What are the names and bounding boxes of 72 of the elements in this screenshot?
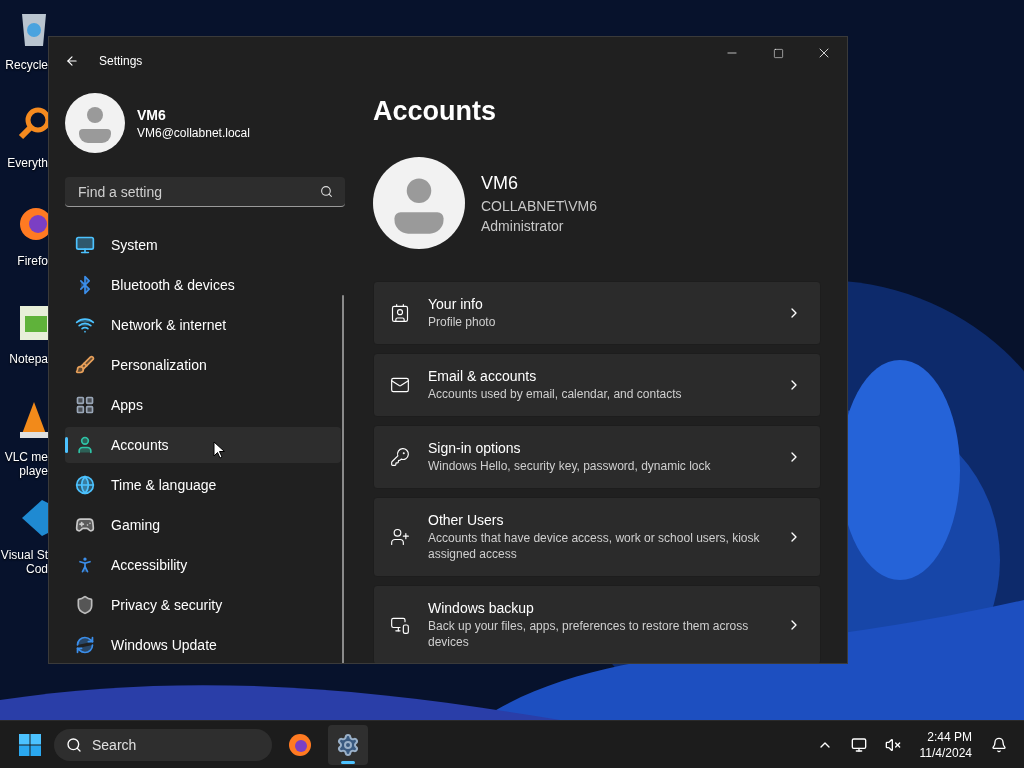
nav-item[interactable]: System [65,227,341,263]
search-icon [320,185,333,198]
nav-item[interactable]: Apps [65,387,341,423]
key-icon [390,447,410,467]
avatar [65,93,125,153]
nav-item[interactable]: Accessibility [65,547,341,583]
account-domain: COLLABNET\VM6 [481,197,597,214]
nav-item[interactable]: Time & language [65,467,341,503]
taskbar-app[interactable] [328,724,368,765]
nav-item[interactable]: Windows Update [65,627,341,663]
monitor-icon [75,235,95,255]
settings-card[interactable]: Other Users Accounts that have device access, work or school users, kiosk assigned access [373,497,821,577]
update-icon [75,635,95,655]
taskbar-search-field[interactable]: Search [90,735,240,754]
nav-item[interactable]: Network & internet [65,307,341,343]
card-title: Windows backup [428,600,535,616]
nav-item[interactable]: Personalization [65,347,341,383]
card-title: Your info [428,296,484,312]
settings-card[interactable]: Sign-in options Windows Hello, security key, password, dynamic lock [373,425,821,489]
gamepad-icon [75,515,95,535]
search-icon [66,736,82,753]
desktop-icon-label: Everyth [7,156,48,170]
card-subtitle: Accounts that have device access, work or school users, kiosk assigned access [428,530,761,562]
maximize-icon [772,47,784,59]
window-title: Settings [99,54,144,68]
globe-icon [75,475,95,495]
nav-item[interactable]: Gaming [65,507,341,543]
desktop-icon-label: Recycle [5,58,48,72]
nav-item[interactable]: Bluetooth & devices [65,267,341,303]
settings-card[interactable]: Windows backup Back up your files, apps, preferences to restore them across devices [373,585,821,663]
desktop-icon-label: Firefo [17,254,48,268]
desktop-icon-label: VLC me playe [4,450,48,478]
clock-date: 11/4/2024 [919,745,972,760]
shield-icon [75,595,95,615]
settings-card[interactable]: Your info Profile photo [373,281,821,345]
card-title: Sign-in options [428,440,522,456]
speaker-muted-icon [884,736,901,753]
gear-icon [336,732,360,757]
desktop-icon-label: Notepa [9,352,48,366]
settings-card[interactable]: Email & accounts Accounts used by email, calendar, and contacts [373,353,821,417]
settings-search-field[interactable]: Find a setting [76,182,320,201]
clock-time: 2:44 PM [927,729,972,744]
brush-icon [75,355,95,375]
card-title: Other Users [428,512,505,528]
person-icon [75,435,95,455]
page-title: Accounts [373,95,498,127]
nav-item[interactable]: Privacy & security [65,587,341,623]
back-icon[interactable] [65,54,79,68]
account-role: Administrator [481,217,565,234]
card-subtitle: Accounts used by email, calendar, and contacts [428,386,683,402]
wifi-icon [75,315,95,335]
bell-icon [991,736,1007,753]
settings-search-box[interactable]: Find a setting [65,177,345,207]
firefox-icon [288,732,312,757]
backup-icon [390,615,410,635]
account-name: VM6 [481,172,519,194]
card-subtitle: Windows Hello, security key, password, dynamic lock [428,458,712,474]
apps-icon [75,395,95,415]
card-subtitle: Profile photo [428,314,497,330]
mail-icon [390,375,410,395]
taskbar-search-box[interactable]: Search [54,728,272,761]
card-title: Email & accounts [428,368,538,384]
monitor-icon [850,736,867,753]
contact-list-icon [390,303,410,323]
user-name: VM6 [137,106,167,123]
user-email: VM6@collabnet.local [137,125,250,140]
windows-logo-icon[interactable] [18,732,42,757]
nav-item[interactable]: Accounts [65,427,341,463]
desktop-icon-label: Visual St Cod [0,548,48,576]
add-user-icon [390,527,410,547]
card-subtitle: Back up your files, apps, preferences to restore them across devices [428,618,750,650]
cursor-icon [213,441,225,459]
